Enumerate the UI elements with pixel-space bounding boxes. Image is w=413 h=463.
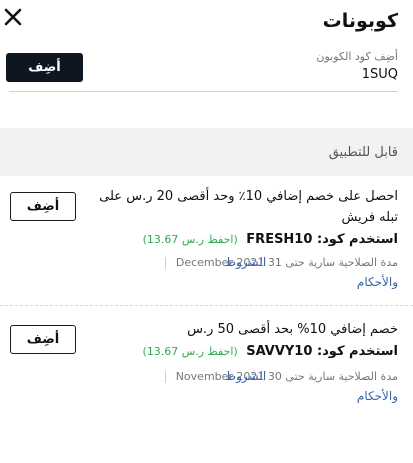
apply-offer-button[interactable]: أضِف xyxy=(10,325,76,354)
terms-link[interactable]: الشروط xyxy=(225,369,266,383)
coupon-input-underline xyxy=(9,91,398,92)
coupon-code: SAVVY10 xyxy=(246,344,313,359)
section-title: قابل للتطبيق xyxy=(328,145,398,160)
save-note: (احفظ ر.س 13.67) xyxy=(142,233,238,246)
offer-validity-line: مدة الصلاحية سارية حتى 30 November 2021 xyxy=(155,370,398,383)
offer-card: خصم إضافي 10% بحد أقصى 50 ر.س استخدم كود… xyxy=(0,306,413,416)
meta-separator xyxy=(164,371,166,383)
validity-text: مدة الصلاحية سارية حتى 31 December 2021 xyxy=(175,256,398,269)
offer-description: خصم إضافي 10% بحد أقصى 50 ر.س xyxy=(187,322,398,337)
add-coupon-button[interactable]: أضِف xyxy=(6,53,83,82)
close-icon[interactable] xyxy=(2,6,24,28)
page-header: كوبونات xyxy=(0,0,413,44)
validity-text: مدة الصلاحية سارية حتى 30 November 2021 xyxy=(175,370,398,383)
offer-card: احصل على خصم إضافي 10٪ وحد أقصى 20 ر.س ع… xyxy=(0,176,413,306)
apply-offer-button[interactable]: أضِف xyxy=(10,192,76,221)
meta-separator xyxy=(164,257,166,269)
code-prefix: استخدم كود: xyxy=(316,344,398,359)
save-note: (احفظ ر.س 13.67) xyxy=(142,345,238,358)
offer-description: احصل على خصم إضافي 10٪ وحد أقصى 20 ر.س ع… xyxy=(99,189,398,225)
code-prefix: استخدم كود: xyxy=(316,232,398,247)
applicable-section-header: قابل للتطبيق xyxy=(0,128,413,176)
page-title: كوبونات xyxy=(322,10,398,32)
coupon-input-label: أضِف كود الكوبون xyxy=(316,50,398,63)
coupon-code-form: أضِف كود الكوبون أضِف xyxy=(0,48,413,94)
terms-link[interactable]: الشروط xyxy=(225,255,266,269)
offer-code-line: استخدم كود: SAVVY10 (احفظ ر.س 13.67) xyxy=(143,344,398,359)
terms-link-continued[interactable]: والأحكام xyxy=(357,389,398,403)
terms-link-continued[interactable]: والأحكام xyxy=(357,275,398,289)
coupon-code: FRESH10 xyxy=(246,232,313,247)
offer-code-line: استخدم كود: FRESH10 (احفظ ر.س 13.67) xyxy=(143,232,398,247)
coupon-code-input[interactable] xyxy=(158,67,398,82)
offer-validity-line: مدة الصلاحية سارية حتى 31 December 2021 xyxy=(155,256,398,269)
